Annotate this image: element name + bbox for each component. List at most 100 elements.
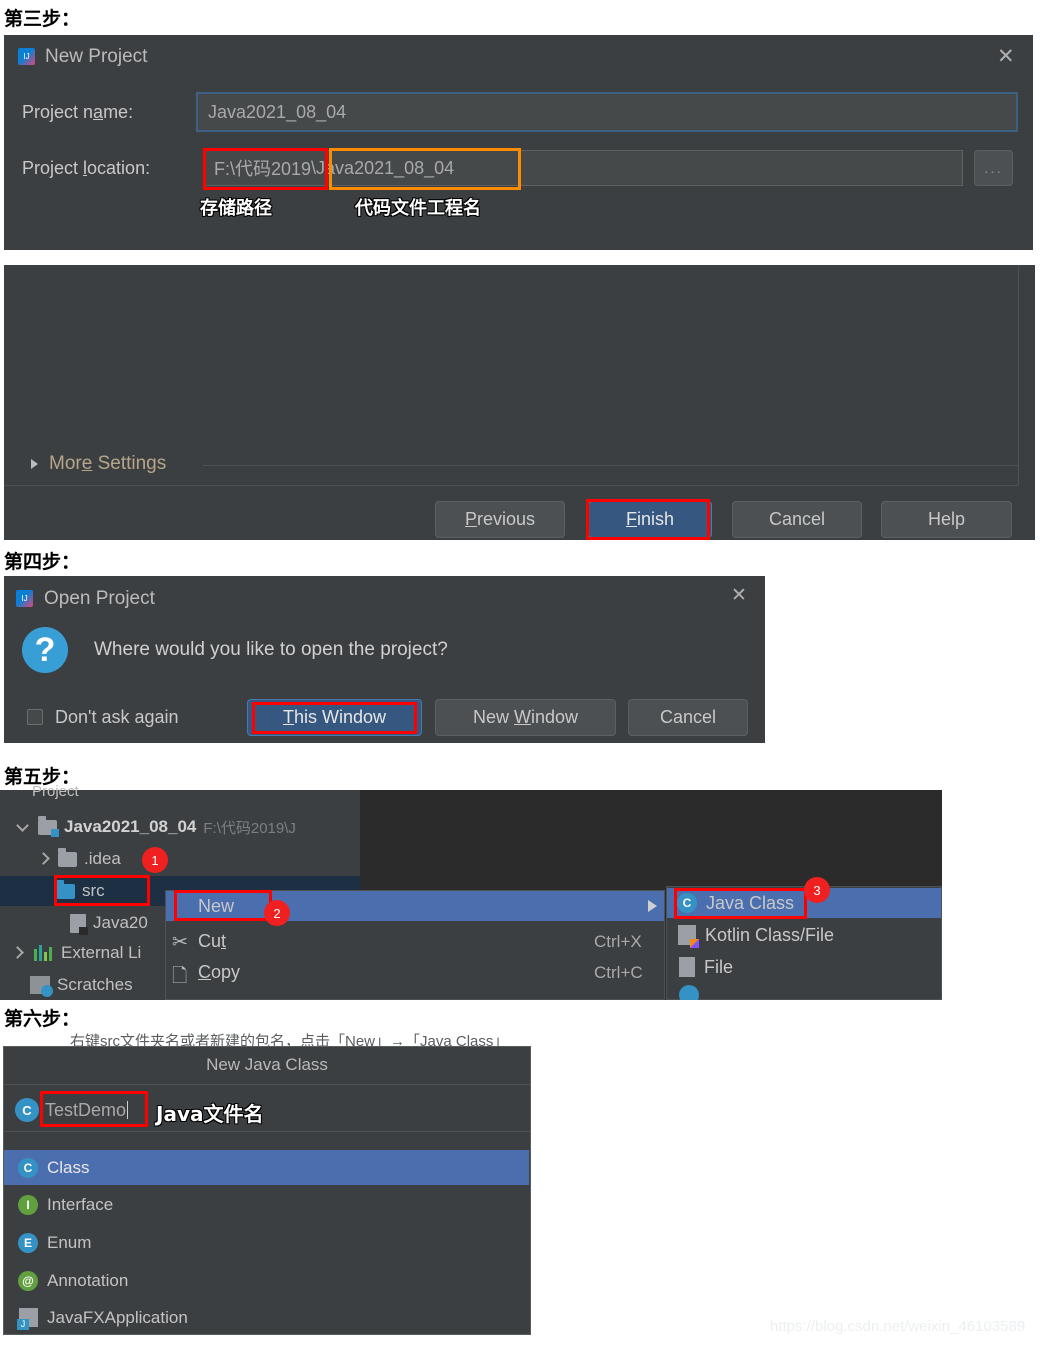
njc-item-javafx[interactable]: JavaFXApplication xyxy=(4,1301,529,1334)
finish-accel: F xyxy=(625,509,637,529)
class-name-input[interactable]: TestDemo xyxy=(45,1097,155,1123)
more-settings-expand-icon[interactable] xyxy=(31,459,38,469)
intellij-logo-icon-2 xyxy=(16,590,33,607)
context-menu-item-cut[interactable]: Cu t xyxy=(198,931,226,952)
more-settings-accel: e xyxy=(81,453,93,474)
copy-label-post: opy xyxy=(211,962,241,982)
njc-item-class[interactable]: C Class xyxy=(4,1150,529,1185)
tree-sub-root: F:\代码2019\J xyxy=(203,819,296,837)
previous-accel: P xyxy=(464,509,477,529)
tree-label-root: Java2021_08_04 xyxy=(64,817,197,836)
project-name-label-post: me: xyxy=(103,102,134,122)
package-icon xyxy=(679,985,699,1000)
annotation-project-name-text: 代码文件工程名 xyxy=(355,198,481,219)
copy-shortcut: Ctrl+C xyxy=(594,963,643,982)
new-project-title: New Project xyxy=(45,46,148,67)
browse-button[interactable]: ... xyxy=(974,150,1013,186)
njc-input-divider xyxy=(4,1131,530,1132)
previous-button[interactable]: Previous xyxy=(435,501,565,538)
badge-2: 2 xyxy=(264,900,290,926)
finish-label: inish xyxy=(636,509,675,529)
more-settings-label[interactable]: More Settings xyxy=(49,453,166,475)
project-location-path: F:\代码2019 xyxy=(214,159,312,179)
watermark: https://blog.csdn.net/weixin_46103589 xyxy=(770,1318,1026,1335)
new-window-button[interactable]: New Window xyxy=(435,699,616,736)
file-icon-iml xyxy=(70,913,88,935)
step-6-label: 第六步： xyxy=(4,1008,81,1030)
submenu-item-file[interactable]: File xyxy=(667,952,941,982)
badge-1: 1 xyxy=(142,847,168,873)
open-project-cancel-button[interactable]: Cancel xyxy=(628,699,748,736)
intellij-logo-icon xyxy=(18,48,35,65)
njc-interface-label: Interface xyxy=(47,1194,114,1214)
cut-shortcut: Ctrl+X xyxy=(594,932,642,951)
module-folder-icon xyxy=(38,815,59,837)
project-name-label-accel: a xyxy=(93,102,104,122)
tree-label-scratches: Scratches xyxy=(57,975,133,994)
previous-label: revious xyxy=(476,509,536,529)
njc-enum-label: Enum xyxy=(47,1232,92,1252)
submenu-java-class-label: Java Class xyxy=(706,892,795,913)
badge-3: 3 xyxy=(804,877,830,903)
finish-button[interactable]: Finish xyxy=(588,501,712,538)
this-window-accel: T xyxy=(282,707,294,727)
class-icon: C xyxy=(18,1157,38,1178)
project-location-input[interactable]: F:\代码2019 \Java2021_08_04 xyxy=(203,150,963,186)
scratches-icon xyxy=(30,976,53,997)
dont-ask-again-checkbox[interactable] xyxy=(27,709,43,725)
this-window-label: his Window xyxy=(293,707,387,727)
project-location-label: Project location: xyxy=(22,158,150,179)
context-menu-item-copy[interactable]: Copy xyxy=(198,962,240,983)
folder-icon-src xyxy=(56,879,75,899)
cancel-button[interactable]: Cancel xyxy=(732,501,862,538)
submenu-kotlin-label: Kotlin Class/File xyxy=(705,924,835,945)
project-name-label: Project name: xyxy=(22,102,133,123)
njc-class-label: Class xyxy=(47,1157,90,1177)
project-location-label-post: ocation: xyxy=(87,158,151,178)
new-window-pre: New xyxy=(472,707,514,727)
njc-item-interface[interactable]: I Interface xyxy=(4,1188,529,1221)
submenu-item-kotlin[interactable]: Kotlin Class/File xyxy=(667,920,941,950)
tree-label-idea: .idea xyxy=(84,849,121,868)
submenu-item-cutoff[interactable] xyxy=(667,984,941,1000)
open-project-title: Open Project xyxy=(44,588,155,609)
faint-header-text: 右键src文件夹名或者新建的包名，点击「New」→「Java Class」 xyxy=(70,1033,509,1046)
class-name-value: TestDemo xyxy=(45,1099,127,1120)
dont-ask-again-label[interactable]: Don't ask again xyxy=(55,707,179,728)
help-button[interactable]: Help xyxy=(881,501,1012,538)
project-name-label-pre: Project n xyxy=(22,102,94,122)
annotation-java-file-name: Java文件名 xyxy=(156,1102,264,1126)
kotlin-icon xyxy=(678,925,699,948)
cut-label-accel: t xyxy=(221,931,227,951)
chevron-right-icon[interactable] xyxy=(36,852,50,866)
folder-icon-idea xyxy=(58,847,77,867)
dialog-vertical-divider xyxy=(1018,265,1019,485)
more-settings-pre: Mor xyxy=(49,453,82,474)
copy-label-accel: C xyxy=(198,962,211,982)
njc-title-divider xyxy=(4,1084,530,1085)
context-menu-item-new[interactable]: New xyxy=(166,891,664,921)
close-icon[interactable]: ✕ xyxy=(997,46,1015,67)
new-project-dialog-lower xyxy=(4,265,1035,540)
more-settings-divider xyxy=(203,465,1018,466)
class-kind-icon: C xyxy=(15,1098,39,1122)
njc-item-annotation[interactable]: @ Annotation xyxy=(4,1264,529,1297)
step-3-label: 第三步： xyxy=(4,8,81,30)
tree-row-idea[interactable]: .idea xyxy=(0,844,360,874)
project-toolbar-title[interactable]: Project xyxy=(32,783,79,800)
file-icon xyxy=(679,957,695,977)
screenshot-root: 第三步： New Project ✕ Project name: Java202… xyxy=(0,0,1051,1346)
njc-annotation-label: Annotation xyxy=(47,1270,129,1290)
project-name-value: Java2021_08_04 xyxy=(208,101,347,122)
njc-item-enum[interactable]: E Enum xyxy=(4,1226,529,1259)
text-caret xyxy=(127,1101,129,1119)
cut-label-pre: Cu xyxy=(198,931,222,951)
new-window-accel: W xyxy=(513,707,531,727)
this-window-button[interactable]: This Window xyxy=(247,699,422,736)
chevron-down-icon[interactable] xyxy=(16,820,30,834)
tree-row-project-root[interactable]: Java2021_08_04 F:\代码2019\J xyxy=(0,812,360,842)
project-name-input[interactable]: Java2021_08_04 xyxy=(196,92,1018,132)
close-icon-2[interactable]: ✕ xyxy=(731,586,747,605)
more-settings-post: Settings xyxy=(92,453,167,474)
chevron-right-icon-2[interactable] xyxy=(10,946,24,960)
